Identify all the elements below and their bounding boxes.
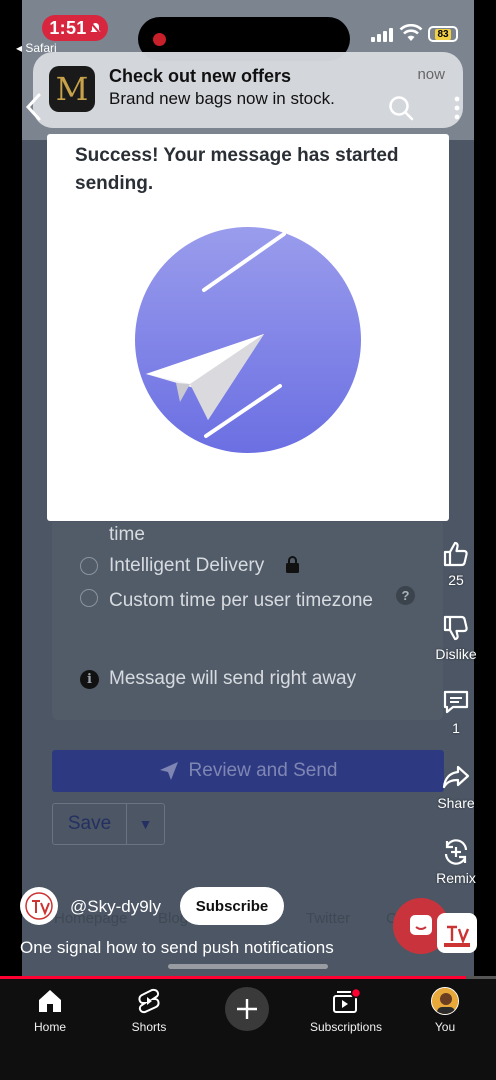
remix-icon [444, 839, 468, 865]
chat-bubble-icon [410, 915, 432, 935]
bell-slash-icon [89, 21, 101, 35]
review-and-send-button[interactable]: Review and Send [52, 750, 444, 792]
video-caption[interactable]: One signal how to send push notification… [20, 938, 334, 958]
back-arrow-icon[interactable] [24, 92, 42, 122]
notification-body: Brand new bags now in stock. [109, 89, 335, 108]
save-split-button[interactable]: Save ▼ [52, 803, 165, 845]
channel-avatar[interactable] [20, 887, 58, 925]
share-button[interactable]: Share [428, 763, 484, 811]
sound-thumbnail[interactable] [437, 913, 477, 953]
clock-time: 1:51 [49, 17, 87, 38]
lock-icon [286, 556, 299, 573]
nav-subscriptions[interactable]: Subscriptions [301, 987, 391, 1034]
shorts-icon [138, 988, 160, 1014]
nav-you-label: You [434, 1020, 456, 1034]
nav-home[interactable]: Home [5, 987, 95, 1034]
home-icon [39, 990, 61, 1012]
nav-shorts-label: Shorts [131, 1020, 167, 1034]
subscribe-button[interactable]: Subscribe [180, 887, 284, 925]
nav-home-label: Home [33, 1020, 66, 1034]
success-modal: Success! Your message has started sendin… [47, 134, 449, 521]
thumbs-down-icon [443, 615, 468, 641]
like-button[interactable]: 25 [428, 540, 484, 588]
plus-icon [237, 999, 257, 1019]
wifi-icon [399, 24, 423, 41]
notification-app-icon: M [49, 66, 95, 112]
info-icon: i [80, 670, 99, 689]
radio-intelligent-delivery[interactable] [80, 557, 98, 575]
cellular-signal-icon [371, 28, 393, 42]
recording-dot [153, 33, 166, 46]
send-icon [159, 762, 178, 780]
share-label: Share [437, 795, 475, 811]
save-button[interactable]: Save [53, 804, 127, 844]
like-count: 25 [448, 572, 464, 588]
bottom-navigation: Home Shorts Subscriptions You [0, 979, 496, 1080]
nav-you[interactable]: You [400, 987, 490, 1034]
delivery-option-partial-label: time [109, 524, 145, 545]
channel-handle[interactable]: @Sky-dy9ly [70, 897, 161, 917]
comments-button[interactable]: 1 [428, 688, 484, 736]
dislike-button[interactable]: Dislike [428, 614, 484, 662]
comment-count: 1 [452, 720, 460, 736]
thumbs-up-icon [443, 541, 468, 567]
help-icon[interactable]: ? [396, 586, 415, 605]
share-arrow-icon [442, 765, 470, 789]
notification-time: now [417, 66, 445, 83]
battery-icon: 83 [428, 26, 458, 42]
intelligent-delivery-label: Intelligent Delivery [109, 555, 265, 576]
custom-time-label: Custom time per user timezone [109, 590, 373, 611]
notification-title: Check out new offers [109, 66, 292, 86]
comment-icon [443, 690, 469, 714]
subscriptions-icon [333, 987, 361, 1013]
battery-level: 83 [435, 28, 451, 40]
caret-down-icon: ▼ [138, 816, 153, 832]
radio-custom-time[interactable] [80, 589, 98, 607]
paper-plane-illustration [135, 227, 361, 453]
remix-button[interactable]: Remix [428, 838, 484, 886]
remix-label: Remix [436, 870, 476, 886]
dislike-label: Dislike [435, 646, 477, 662]
user-avatar [431, 987, 459, 1015]
send-info-text: Message will send right away [109, 668, 357, 689]
success-message: Success! Your message has started sendin… [75, 145, 399, 194]
footer-link-twitter: Twitter [306, 910, 351, 927]
review-and-send-label: Review and Send [188, 760, 338, 781]
channel-logo-icon [25, 892, 53, 920]
status-bar: 1:51 ◂ Safari 83 [0, 0, 496, 61]
user-photo-icon [432, 988, 458, 1014]
save-dropdown-toggle[interactable]: ▼ [127, 804, 164, 844]
nav-subscriptions-label: Subscriptions [309, 1020, 383, 1034]
more-vertical-icon[interactable] [452, 95, 462, 121]
delivery-options-card [52, 522, 443, 720]
create-button[interactable] [225, 987, 269, 1031]
home-indicator [168, 964, 328, 969]
nav-shorts[interactable]: Shorts [104, 987, 194, 1034]
search-icon[interactable] [388, 95, 414, 121]
recording-time-pill: 1:51 [42, 15, 108, 41]
sound-logo-icon [444, 925, 470, 947]
